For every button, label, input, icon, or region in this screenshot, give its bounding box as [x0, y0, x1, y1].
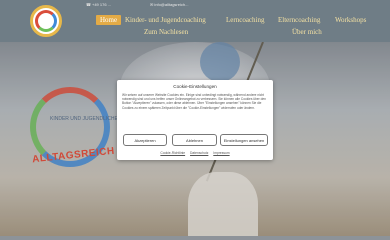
view-settings-button[interactable]: Einstellungen ansehen [220, 134, 268, 146]
email-contact[interactable]: ✉info@alltagsreich... [150, 2, 188, 7]
nav-lerncoaching[interactable]: Lerncoaching [226, 16, 264, 24]
decline-button[interactable]: Ablehnen [172, 134, 217, 146]
nav-home[interactable]: Home [96, 15, 122, 25]
header: ☎+49 176 ... ✉info@alltagsreich... Home … [0, 0, 390, 42]
accept-button[interactable]: Akzeptieren [123, 134, 167, 146]
cookie-dialog-links: Cookie-Richtlinie Datenschutz Impressum [117, 151, 273, 155]
cookie-policy-link[interactable]: Cookie-Richtlinie [160, 151, 185, 155]
privacy-link[interactable]: Datenschutz [190, 151, 208, 155]
cookie-dialog: Cookie-Einstellungen Wir setzen auf unse… [117, 80, 273, 160]
cookie-dialog-title: Cookie-Einstellungen [173, 84, 217, 89]
phone-contact[interactable]: ☎+49 176 ... [86, 2, 111, 7]
cookie-dialog-text: Wir setzen auf unserer Website Cookies e… [122, 93, 266, 110]
nav-elterncoaching[interactable]: Elterncoaching [278, 16, 320, 24]
logo-ring-icon [35, 10, 57, 32]
mail-icon: ✉ [150, 2, 154, 7]
nav-zum-nachlesen[interactable]: Zum Nachlesen [144, 28, 188, 36]
site-logo[interactable] [30, 5, 62, 37]
imprint-link[interactable]: Impressum [213, 151, 229, 155]
nav-kinder-jugendcoaching[interactable]: Kinder- und Jugendcoaching [125, 16, 206, 24]
nav-ueber-mich[interactable]: Über mich [292, 28, 322, 36]
phone-icon: ☎ [86, 2, 91, 7]
nav-workshops[interactable]: Workshops [335, 16, 366, 24]
